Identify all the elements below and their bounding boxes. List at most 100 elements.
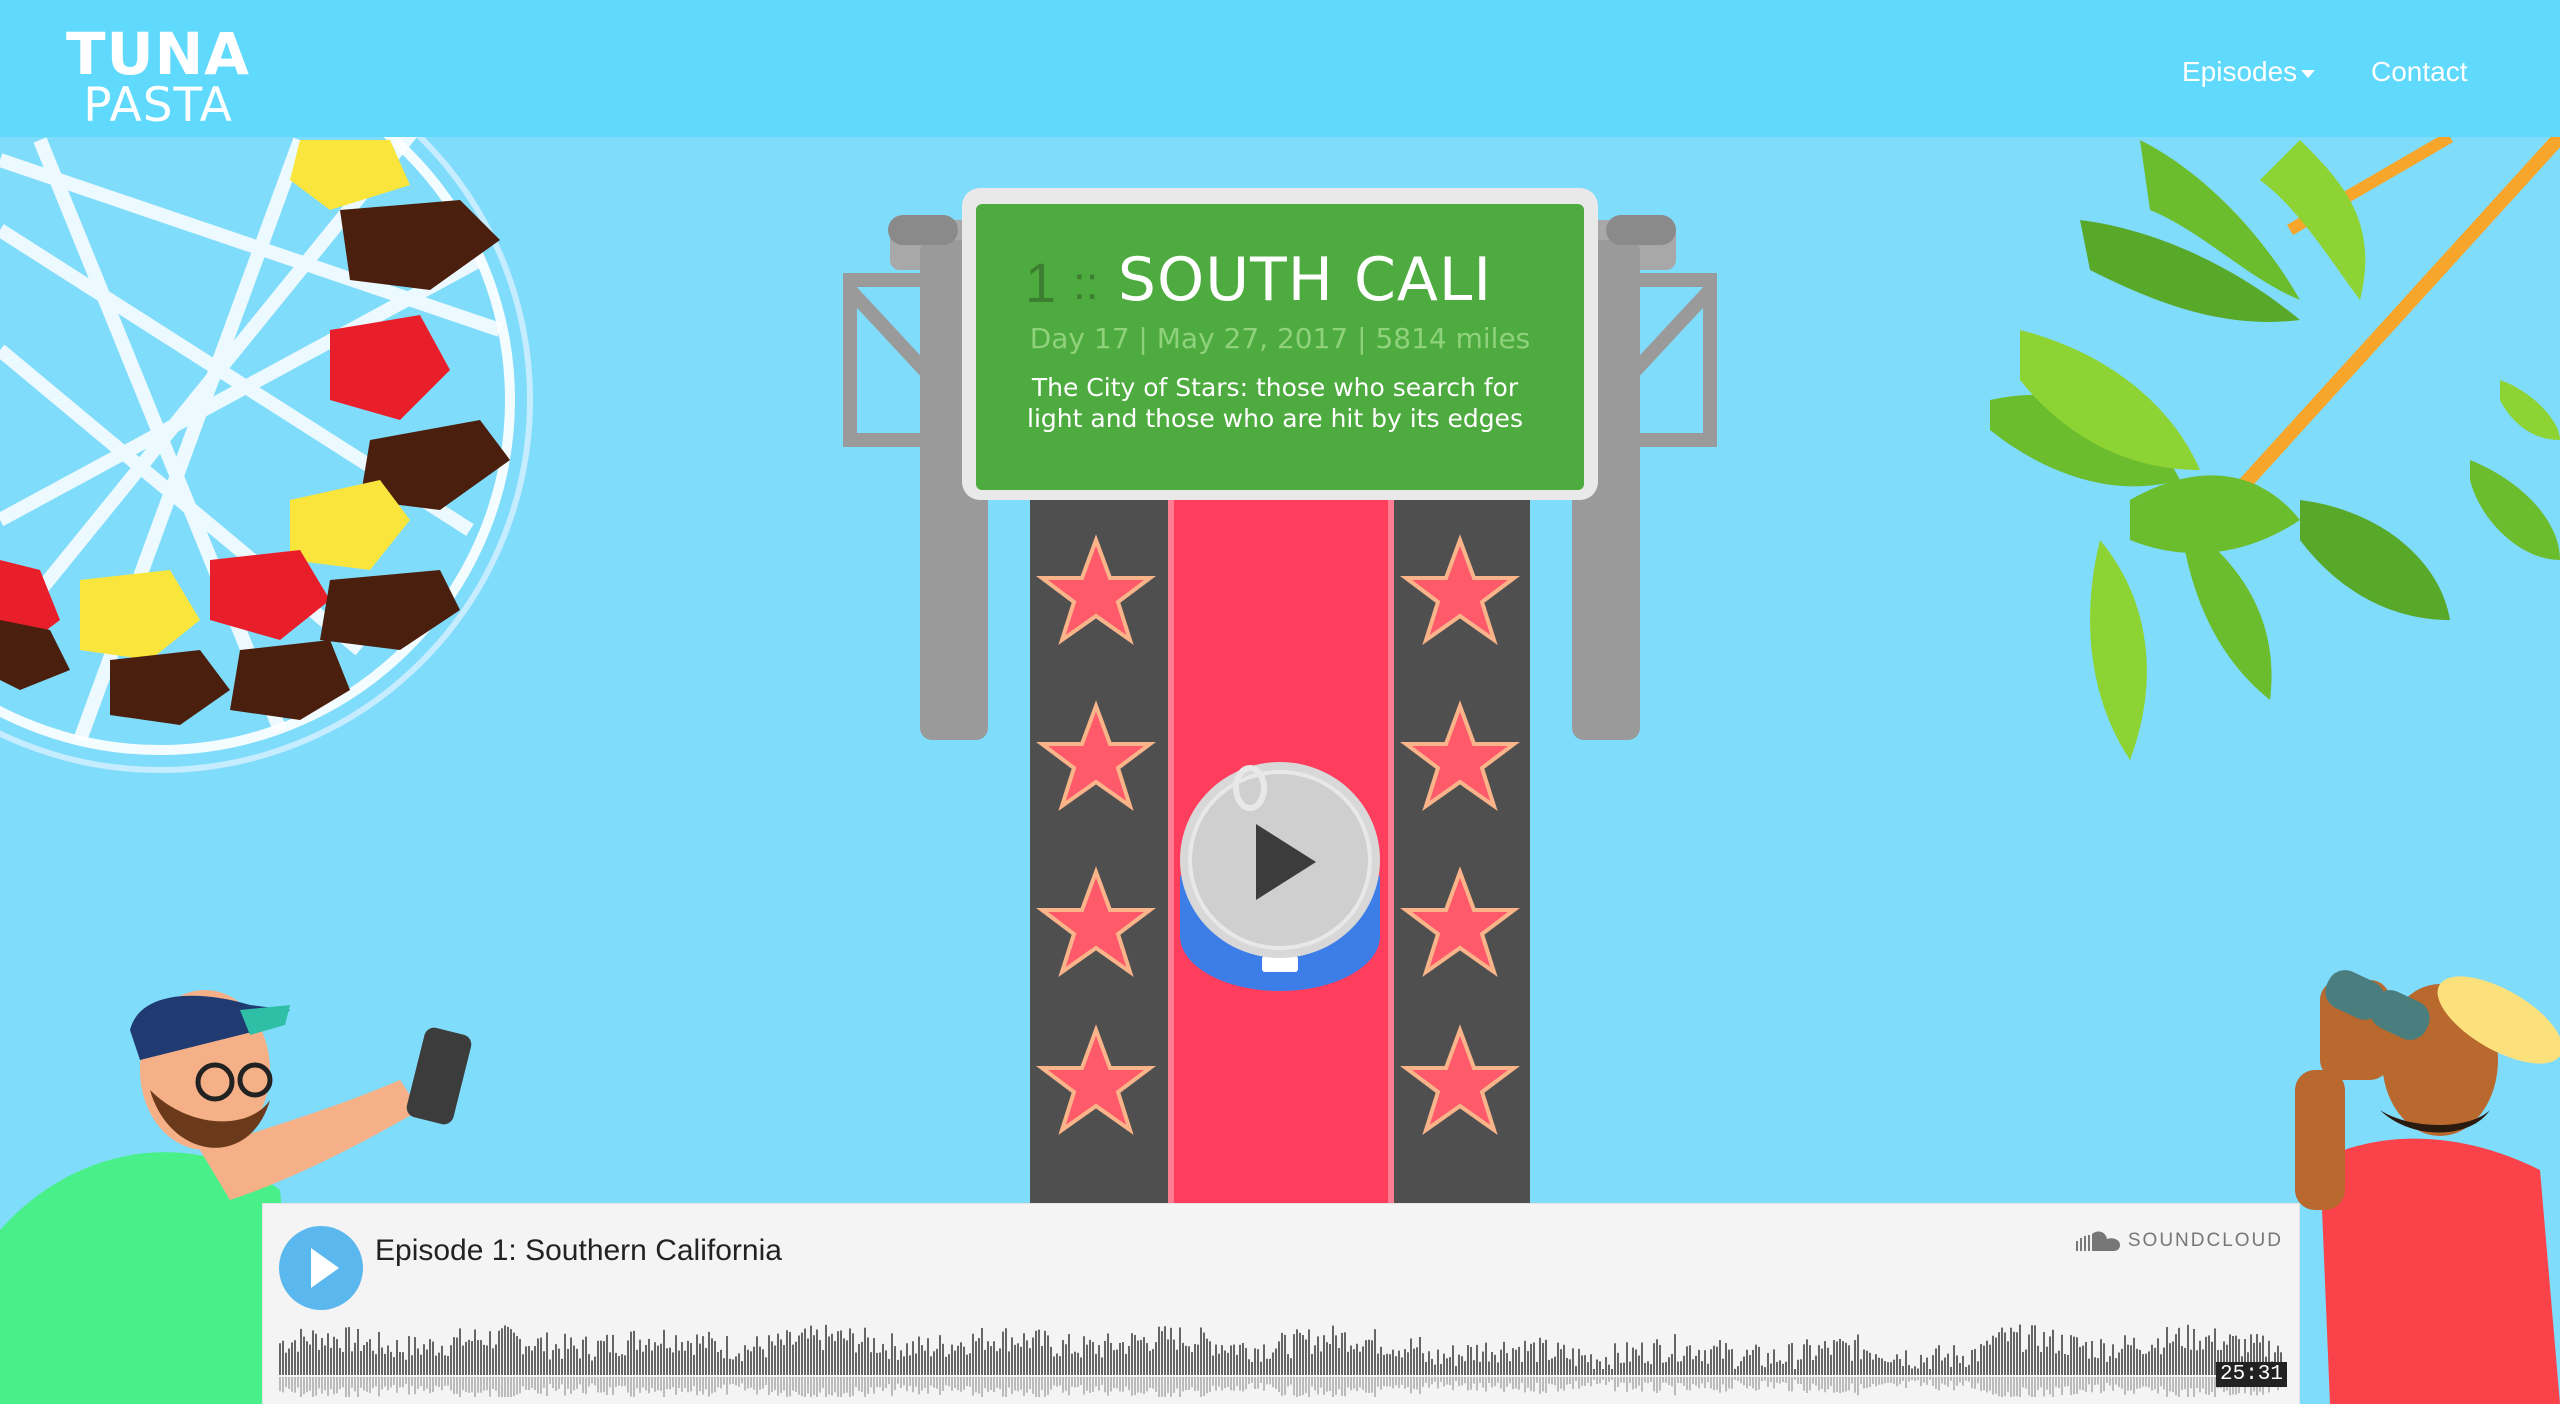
waveform-bar: [663, 1329, 665, 1375]
waveform-reflection: [720, 1377, 722, 1389]
waveform-reflection: [1917, 1377, 1919, 1380]
waveform-reflection: [306, 1377, 308, 1393]
waveform-bar: [606, 1334, 608, 1375]
waveform-reflection: [1959, 1377, 1961, 1383]
waveform-bar: [1542, 1342, 1544, 1375]
player-play-button[interactable]: [279, 1226, 363, 1310]
waveform-reflection: [990, 1377, 992, 1391]
waveform-reflection: [471, 1377, 473, 1393]
waveform-reflection: [1887, 1377, 1889, 1383]
soundcloud-icon: [2075, 1231, 2120, 1251]
waveform-bar: [816, 1329, 818, 1375]
waveform-bar: [789, 1331, 791, 1375]
soundcloud-link[interactable]: SOUNDCLOUD: [2075, 1230, 2283, 1252]
waveform-bar: [1992, 1335, 1994, 1375]
waveform-bar: [1059, 1356, 1061, 1375]
waveform-reflection: [705, 1377, 707, 1390]
waveform-bar: [2094, 1357, 2096, 1375]
waveform-reflection: [1560, 1377, 1562, 1389]
waveform-bar: [1854, 1340, 1856, 1375]
waveform-reflection: [540, 1377, 542, 1394]
waveform-bar: [1056, 1353, 1058, 1375]
waveform-bar: [1707, 1363, 1709, 1375]
waveform-bar: [936, 1348, 938, 1375]
waveform-bar: [531, 1350, 533, 1375]
waveform-reflection: [1650, 1377, 1652, 1382]
waveform-reflection: [534, 1377, 536, 1391]
contact-link[interactable]: Contact: [2371, 56, 2468, 88]
waveform-bar: [2166, 1327, 2168, 1375]
waveform-reflection: [1707, 1377, 1709, 1383]
waveform-bar: [474, 1329, 476, 1375]
waveform-reflection: [1077, 1377, 1079, 1387]
waveform-reflection: [1059, 1377, 1061, 1386]
waveform-reflection: [1197, 1377, 1199, 1391]
waveform-reflection: [1155, 1377, 1157, 1392]
waveform-bar: [825, 1324, 827, 1375]
waveform-reflection: [2118, 1377, 2120, 1388]
waveform-bar: [582, 1339, 584, 1375]
waveform-reflection: [1587, 1377, 1589, 1383]
waveform-bar: [453, 1337, 455, 1375]
waveform-reflection: [1626, 1377, 1628, 1392]
waveform-bar: [1788, 1344, 1790, 1375]
waveform-reflection: [2136, 1377, 2138, 1389]
waveform-bar: [1131, 1333, 1133, 1375]
episodes-dropdown[interactable]: Episodes: [2182, 56, 2316, 88]
waveform-reflection: [564, 1377, 566, 1396]
waveform-bar: [1392, 1349, 1394, 1375]
waveform-reflection: [1437, 1377, 1439, 1389]
track-title[interactable]: Episode 1: Southern California: [375, 1234, 782, 1268]
waveform-reflection: [1947, 1377, 1949, 1387]
waveform-reflection: [1914, 1377, 1916, 1381]
waveform-bar: [2115, 1358, 2117, 1375]
waveform-bar: [519, 1338, 521, 1375]
waveform-bar: [1275, 1348, 1277, 1375]
waveform-bar: [1614, 1343, 1616, 1375]
waveform-bar: [2064, 1353, 2066, 1375]
waveform-reflection: [942, 1377, 944, 1392]
waveform-bar: [1965, 1367, 1967, 1375]
waveform-bar: [1818, 1345, 1820, 1375]
waveform-reflection: [1050, 1377, 1052, 1390]
waveform-bar: [2091, 1341, 2093, 1375]
waveform-reflection: [1311, 1377, 1313, 1387]
waveform-bar: [1335, 1335, 1337, 1375]
waveform-bar: [1323, 1335, 1325, 1375]
waveform-reflection: [525, 1377, 527, 1390]
waveform-bar: [726, 1336, 728, 1375]
waveform-reflection: [1257, 1377, 1259, 1389]
waveform-reflection: [1047, 1377, 1049, 1395]
waveform-bar: [1404, 1349, 1406, 1375]
waveform-reflection: [642, 1377, 644, 1388]
waveform-bar: [1116, 1349, 1118, 1375]
waveform-bar: [627, 1340, 629, 1375]
waveform-reflection: [582, 1377, 584, 1393]
waveform[interactable]: [279, 1319, 2283, 1404]
waveform-reflection: [1821, 1377, 1823, 1389]
waveform-reflection: [1719, 1377, 1721, 1393]
waveform-reflection: [921, 1377, 923, 1391]
waveform-bar: [2100, 1339, 2102, 1375]
play-icon[interactable]: [1170, 756, 1390, 1006]
waveform-reflection: [762, 1377, 764, 1389]
waveform-reflection: [324, 1377, 326, 1391]
waveform-reflection: [1989, 1377, 1991, 1391]
waveform-reflection: [351, 1377, 353, 1388]
waveform-reflection: [1038, 1377, 1040, 1397]
waveform-reflection: [420, 1377, 422, 1387]
waveform-bar: [1149, 1350, 1151, 1375]
waveform-bar: [687, 1340, 689, 1375]
waveform-bar: [588, 1354, 590, 1375]
waveform-bar: [774, 1345, 776, 1375]
site-logo[interactable]: TUNA PASTA: [58, 25, 258, 130]
waveform-reflection: [663, 1377, 665, 1397]
waveform-reflection: [558, 1377, 560, 1389]
waveform-reflection: [819, 1377, 821, 1393]
waveform-reflection: [573, 1377, 575, 1391]
waveform-reflection: [384, 1377, 386, 1387]
waveform-bar: [2067, 1354, 2069, 1375]
waveform-reflection: [2109, 1377, 2111, 1386]
waveform-reflection: [1623, 1377, 1625, 1383]
waveform-bar: [624, 1355, 626, 1375]
